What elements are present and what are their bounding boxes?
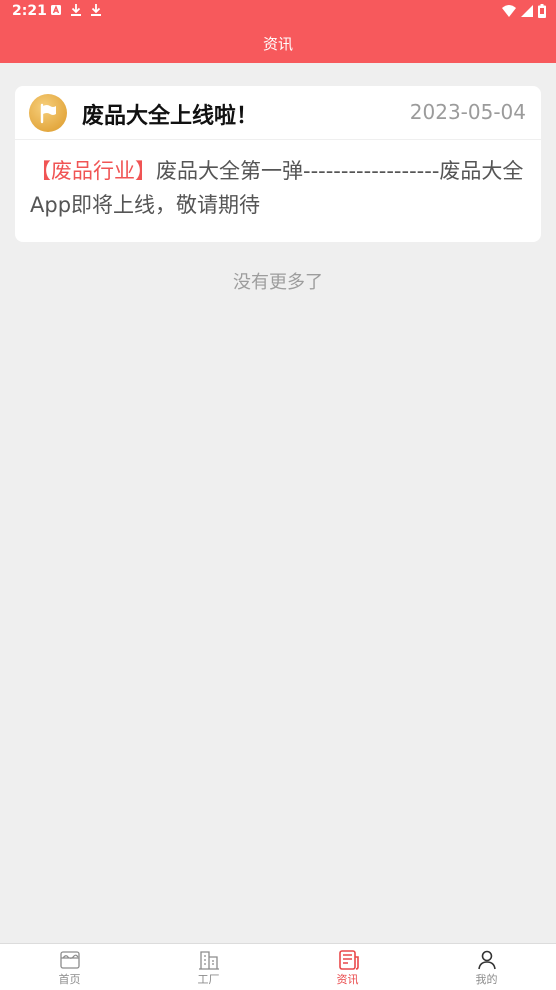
news-title: 废品大全上线啦！	[82, 104, 259, 129]
tab-label: 工厂	[197, 973, 220, 986]
tab-factory[interactable]: 工厂	[139, 944, 278, 990]
download-icon	[70, 3, 82, 17]
app-header: 资讯	[0, 24, 556, 63]
news-icon	[337, 950, 359, 970]
download-icon	[90, 3, 102, 17]
profile-icon	[476, 950, 498, 970]
status-bar: 2:21	[0, 0, 556, 24]
wifi-icon	[502, 5, 516, 17]
notification-a-icon	[50, 3, 62, 17]
battery-icon	[538, 4, 546, 18]
news-tag: 【废品行业】	[30, 159, 156, 183]
tab-news[interactable]: 资讯	[278, 944, 417, 990]
page-title: 资讯	[262, 35, 293, 53]
status-time: 2:21	[12, 3, 47, 19]
list-end-text: 没有更多了	[233, 272, 323, 293]
tab-home[interactable]: 首页	[0, 944, 139, 990]
tab-label: 资讯	[336, 973, 359, 986]
news-screen: 2:21 资讯 废品大全上线啦！ 2023-05-04 【废品行业】废品大全第一…	[0, 0, 556, 990]
factory-icon	[198, 950, 220, 970]
tab-label: 我的	[475, 973, 498, 986]
tab-profile[interactable]: 我的	[417, 944, 556, 990]
news-date: 2023-05-04	[409, 100, 526, 124]
signal-icon	[521, 5, 533, 17]
bottom-tab-bar: 首页 工厂 资讯 我的	[0, 943, 556, 990]
news-card[interactable]: 废品大全上线啦！ 2023-05-04 【废品行业】废品大全第一弹-------…	[15, 86, 541, 242]
home-icon	[59, 950, 81, 970]
news-card-header: 废品大全上线啦！ 2023-05-04	[15, 86, 541, 140]
tab-label: 首页	[58, 973, 81, 986]
flag-icon	[29, 94, 67, 132]
news-summary: 【废品行业】废品大全第一弹------------------废品大全App即将…	[30, 154, 530, 222]
